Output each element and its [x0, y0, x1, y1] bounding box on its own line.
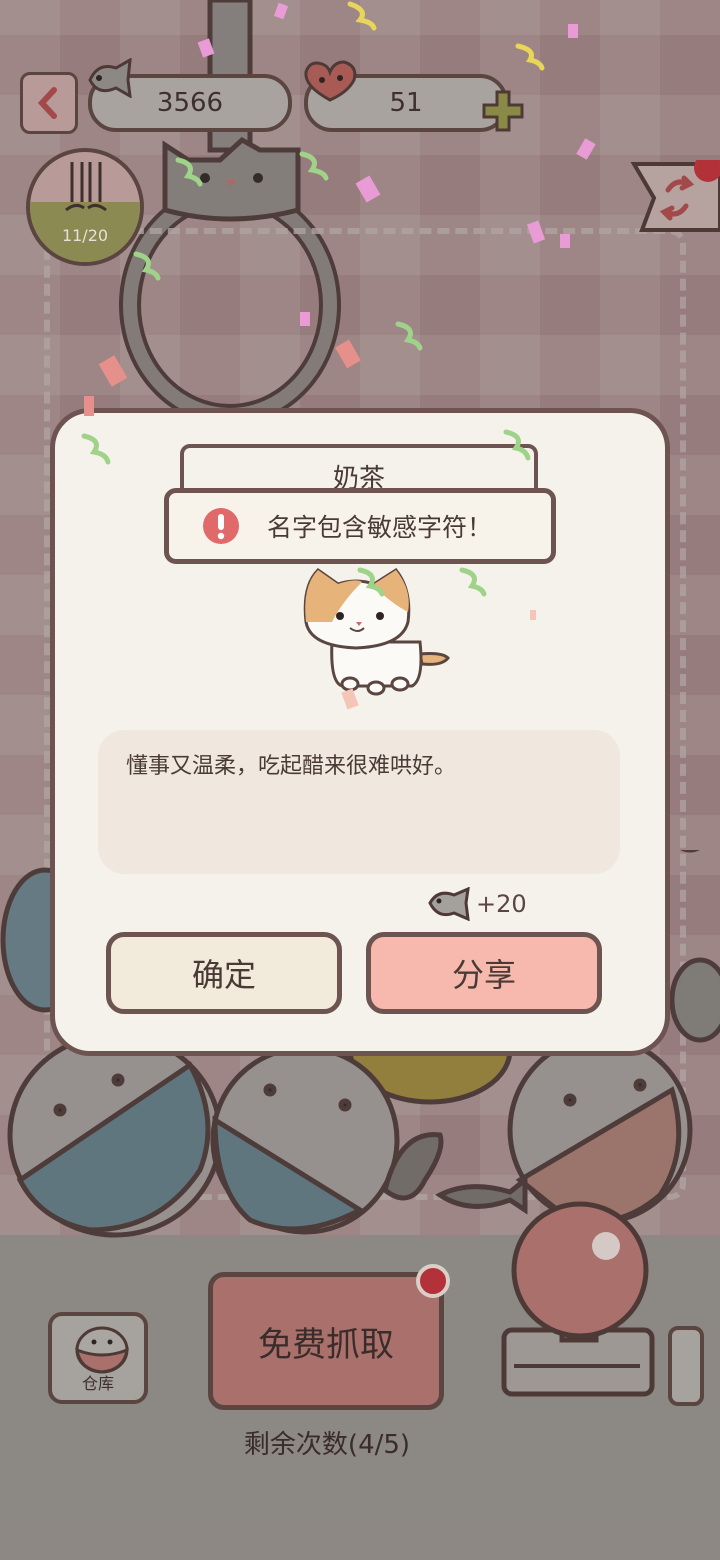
back-arrow-icon — [37, 87, 57, 119]
heart-icon — [304, 60, 357, 102]
remaining-attempts: 剩余次数(4/5) — [243, 1430, 411, 1460]
collection-progress[interactable]: 11/20 — [26, 148, 144, 266]
plus-icon[interactable] — [480, 88, 526, 134]
fish-icon — [88, 58, 132, 98]
share-icon[interactable] — [628, 160, 720, 232]
hanging-socks-icon — [65, 162, 107, 212]
notification-dot — [416, 1264, 450, 1298]
toast-message: 名字包含敏感字符！ — [267, 513, 493, 542]
confirm-button[interactable]: 确定 — [106, 932, 342, 1014]
warehouse-label: 仓库 — [81, 1374, 114, 1393]
share-button[interactable]: 分享 — [366, 932, 602, 1014]
warehouse-icon — [75, 1326, 129, 1374]
progress-label: 11/20 — [61, 226, 109, 245]
cat-illustration — [303, 568, 450, 696]
share-label: 分享 — [451, 956, 516, 994]
side-scroll-handle[interactable] — [668, 1326, 704, 1406]
confirm-label: 确定 — [191, 956, 256, 994]
joystick-control[interactable] — [500, 1200, 660, 1400]
fish-count: 3566 — [156, 88, 224, 118]
alert-icon — [203, 508, 239, 544]
cat-description: 懂事又温柔，吃起醋来很难哄好。 — [98, 730, 620, 874]
reward-amount: +20 — [476, 890, 527, 918]
reward-info: +20 — [426, 884, 527, 924]
warehouse-button[interactable]: 仓库 — [48, 1312, 148, 1404]
heart-count: 51 — [389, 88, 423, 118]
fish-icon — [428, 887, 470, 921]
back-button[interactable] — [20, 72, 78, 134]
description-text: 懂事又温柔，吃起醋来很难哄好。 — [126, 754, 457, 779]
free-grab-button[interactable]: 免费抓取 — [208, 1272, 444, 1410]
error-toast: 名字包含敏感字符！ — [164, 488, 556, 564]
grab-label: 免费抓取 — [258, 1324, 394, 1365]
